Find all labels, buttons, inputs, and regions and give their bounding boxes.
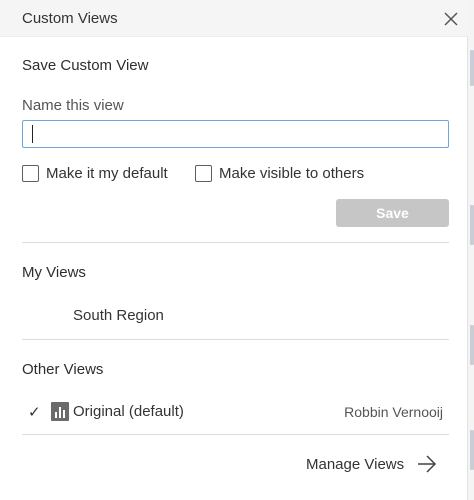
background-mark [470, 325, 474, 365]
close-button[interactable] [440, 8, 462, 30]
bar-chart-view-icon [51, 402, 69, 421]
divider [22, 339, 449, 340]
make-default-checkbox-row[interactable]: Make it my default [22, 163, 168, 183]
divider [22, 242, 449, 243]
make-default-label: Make it my default [46, 164, 168, 182]
panel-title: Custom Views [22, 10, 118, 27]
make-visible-checkbox[interactable] [195, 164, 212, 182]
background-mark [470, 205, 474, 245]
manage-views-label: Manage Views [306, 455, 405, 473]
other-views-title: Other Views [22, 361, 104, 378]
make-default-checkbox[interactable] [22, 164, 39, 182]
manage-views-link[interactable]: Manage Views [306, 453, 438, 475]
my-view-item[interactable]: South Region [73, 307, 164, 324]
background-mark [470, 430, 474, 470]
name-field-label: Name this view [22, 97, 124, 114]
background-strip [468, 0, 474, 500]
checkmark-icon: ✓ [28, 404, 41, 421]
text-cursor [32, 125, 33, 143]
other-view-label: Original (default) [73, 403, 184, 420]
view-name-input[interactable] [22, 120, 449, 148]
other-view-item[interactable]: ✓ Original (default) Robbin Vernooij [22, 400, 449, 424]
divider [22, 434, 449, 435]
save-section-title: Save Custom View [22, 57, 149, 74]
make-visible-checkbox-row[interactable]: Make visible to others [195, 163, 364, 183]
panel-header: Custom Views [0, 0, 468, 37]
background-mark [470, 50, 474, 86]
arrow-right-icon [418, 455, 437, 473]
my-views-title: My Views [22, 264, 86, 281]
custom-views-panel: Custom Views Save Custom View Name this … [0, 0, 468, 500]
make-visible-label: Make visible to others [219, 164, 365, 182]
close-icon [444, 12, 458, 26]
save-button[interactable]: Save [336, 199, 449, 227]
other-view-owner: Robbin Vernooij [344, 404, 443, 420]
